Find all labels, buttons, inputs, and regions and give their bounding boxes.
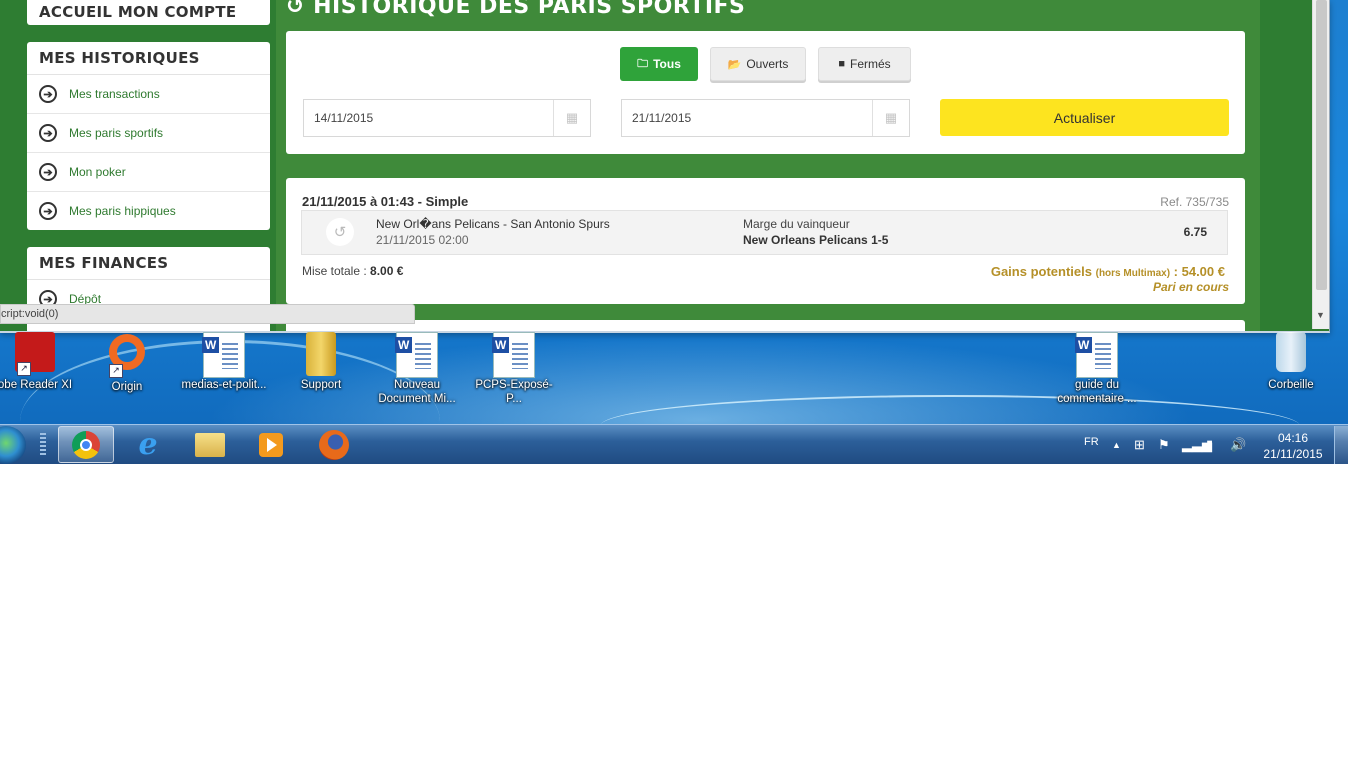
bet-selection-row: ↺ New Orl�ans Pelicans - San Antonio Spu… xyxy=(301,210,1228,255)
refresh-button[interactable]: Actualiser xyxy=(940,99,1229,136)
taskbar-chrome-button[interactable] xyxy=(58,426,114,463)
arrow-right-icon: ➔ xyxy=(39,202,57,220)
history-card: MES HISTORIQUES ➔ Mes transactions ➔ Mes… xyxy=(27,42,270,230)
bet-header: 21/11/2015 à 01:43 - Simple xyxy=(302,194,469,209)
right-margin xyxy=(1260,0,1312,331)
browser-window: ACCUEIL MON COMPTE MES HISTORIQUES ➔ Mes… xyxy=(0,0,1330,333)
taskbar-grip xyxy=(40,433,46,457)
taskbar-ie-button[interactable]: e xyxy=(120,426,176,463)
selection: New Orleans Pelicans 1-5 xyxy=(743,233,889,247)
odds-value: 6.75 xyxy=(1183,225,1207,239)
sidebar-item-label: Mon poker xyxy=(69,165,126,179)
sidebar-item-horse-bets[interactable]: ➔ Mes paris hippiques xyxy=(27,192,270,230)
history-title: MES HISTORIQUES xyxy=(27,42,270,75)
browser-status-bar: cript:void(0) xyxy=(0,304,415,324)
bet-card: 21/11/2015 à 01:43 - Simple Ref. 735/735… xyxy=(286,178,1245,304)
recycle-bin-icon xyxy=(1276,332,1306,372)
match-name: New Orl�ans Pelicans - San Antonio Spurs xyxy=(376,217,610,231)
folder-icon: ■ xyxy=(838,58,845,70)
match-date: 21/11/2015 02:00 xyxy=(376,233,469,247)
filter-all-button[interactable]: 🗀 Tous xyxy=(620,47,698,81)
screen: ACCUEIL MON COMPTE MES HISTORIQUES ➔ Mes… xyxy=(0,0,1348,464)
clock-time[interactable]: 04:16 xyxy=(1262,431,1324,445)
word-document-icon xyxy=(492,332,535,378)
page-title: ↺ HISTORIQUE DES PARIS SPORTIFS xyxy=(286,0,745,19)
date-to-field[interactable]: 21/11/2015 ▦ xyxy=(621,99,910,137)
filter-panel: 🗀 Tous 📂 Ouverts ■ Fermés 14/11/2015 ▦ 2… xyxy=(286,31,1245,154)
file-explorer-icon xyxy=(195,432,225,457)
power-icon[interactable]: ▮ xyxy=(1206,437,1213,453)
show-desktop-button[interactable] xyxy=(1334,426,1348,464)
history-icon: ↺ xyxy=(286,0,305,19)
taskbar: e FR ▲ ⊞ ⚑ ▂▃▅ ▮ 🔊 04:16 21/11/2015 xyxy=(0,424,1348,464)
word-document-icon xyxy=(202,332,245,378)
start-button[interactable] xyxy=(0,426,26,464)
filter-open-button[interactable]: 📂 Ouverts xyxy=(710,47,806,81)
shortcut-arrow-icon: ↗ xyxy=(17,362,31,376)
clock-date[interactable]: 21/11/2015 xyxy=(1262,447,1324,461)
sidebar-item-poker[interactable]: ➔ Mon poker xyxy=(27,153,270,192)
internet-explorer-icon: e xyxy=(138,426,158,462)
folder-open-icon: 📂 xyxy=(727,58,742,71)
sidebar-item-transactions[interactable]: ➔ Mes transactions xyxy=(27,75,270,114)
desktop-icon-support[interactable]: Support xyxy=(276,332,366,392)
taskbar-explorer-button[interactable] xyxy=(182,426,238,463)
scrollbar-thumb[interactable] xyxy=(1316,0,1327,290)
bet-reference: Ref. 735/735 xyxy=(1160,195,1229,209)
account-card: ACCUEIL MON COMPTE xyxy=(27,0,270,25)
word-document-icon xyxy=(395,332,438,378)
volume-icon[interactable]: 🔊 xyxy=(1230,437,1246,453)
arrow-right-icon: ➔ xyxy=(39,85,57,103)
desktop-icon-adobe-reader[interactable]: ↗ obe Reader XI xyxy=(0,332,80,392)
word-document-icon xyxy=(1075,332,1118,378)
folder-outline-icon: 🗀 xyxy=(637,57,649,70)
date-from-value: 14/11/2015 xyxy=(314,111,374,125)
chrome-icon xyxy=(72,430,100,459)
bet-status: Pari en cours xyxy=(1152,280,1229,294)
sidebar-item-label: Mes transactions xyxy=(69,87,160,101)
firefox-icon xyxy=(319,429,349,460)
desktop-icon-recycle-bin[interactable]: Corbeille xyxy=(1246,332,1336,392)
market-type: Marge du vainqueur xyxy=(743,217,850,231)
desktop-icon-guide-commentaire[interactable]: guide du commentaire ... xyxy=(1052,332,1142,406)
arrow-right-icon: ➔ xyxy=(39,163,57,181)
history-icon: ↺ xyxy=(326,218,354,246)
page-scrollbar[interactable]: ▼ xyxy=(1312,0,1329,329)
desktop-icon-nouveau-document[interactable]: Nouveau Document Mi... xyxy=(372,332,462,406)
calendar-icon[interactable]: ▦ xyxy=(872,100,909,136)
arrow-right-icon: ➔ xyxy=(39,124,57,142)
action-center-flag-icon[interactable]: ⚑ xyxy=(1158,437,1170,453)
tray-expand-icon[interactable]: ▲ xyxy=(1112,440,1121,450)
desktop-icon-medias[interactable]: medias-et-polit... xyxy=(179,332,269,392)
finance-title: MES FINANCES xyxy=(27,247,270,280)
sidebar-item-sports-bets[interactable]: ➔ Mes paris sportifs xyxy=(27,114,270,153)
scroll-down-icon[interactable]: ▼ xyxy=(1316,310,1325,320)
media-player-icon xyxy=(259,432,283,457)
sidebar-item-label: Mes paris hippiques xyxy=(69,204,176,218)
folder-icon xyxy=(306,332,336,376)
potential-gains: Gains potentiels (hors Multimax) : 54.00… xyxy=(990,264,1225,279)
date-to-value: 21/11/2015 xyxy=(632,111,692,125)
total-stake: Mise totale : 8.00 € xyxy=(302,264,404,278)
filter-closed-button[interactable]: ■ Fermés xyxy=(818,47,911,81)
sidebar-item-label: Mes paris sportifs xyxy=(69,126,164,140)
date-from-field[interactable]: 14/11/2015 ▦ xyxy=(303,99,591,137)
account-home-link[interactable]: ACCUEIL MON COMPTE xyxy=(27,0,270,25)
calendar-icon[interactable]: ▦ xyxy=(553,100,590,136)
shortcut-arrow-icon: ↗ xyxy=(109,364,123,378)
language-indicator[interactable]: FR xyxy=(1084,436,1099,448)
taskbar-media-player-button[interactable] xyxy=(243,426,299,463)
desktop-icon-pcps-expose[interactable]: PCPS-Exposé-P... xyxy=(469,332,559,406)
desktop-icon-origin[interactable]: ↗ Origin xyxy=(82,332,172,394)
taskbar-firefox-button[interactable] xyxy=(306,426,362,463)
windows-icon[interactable]: ⊞ xyxy=(1134,437,1145,453)
